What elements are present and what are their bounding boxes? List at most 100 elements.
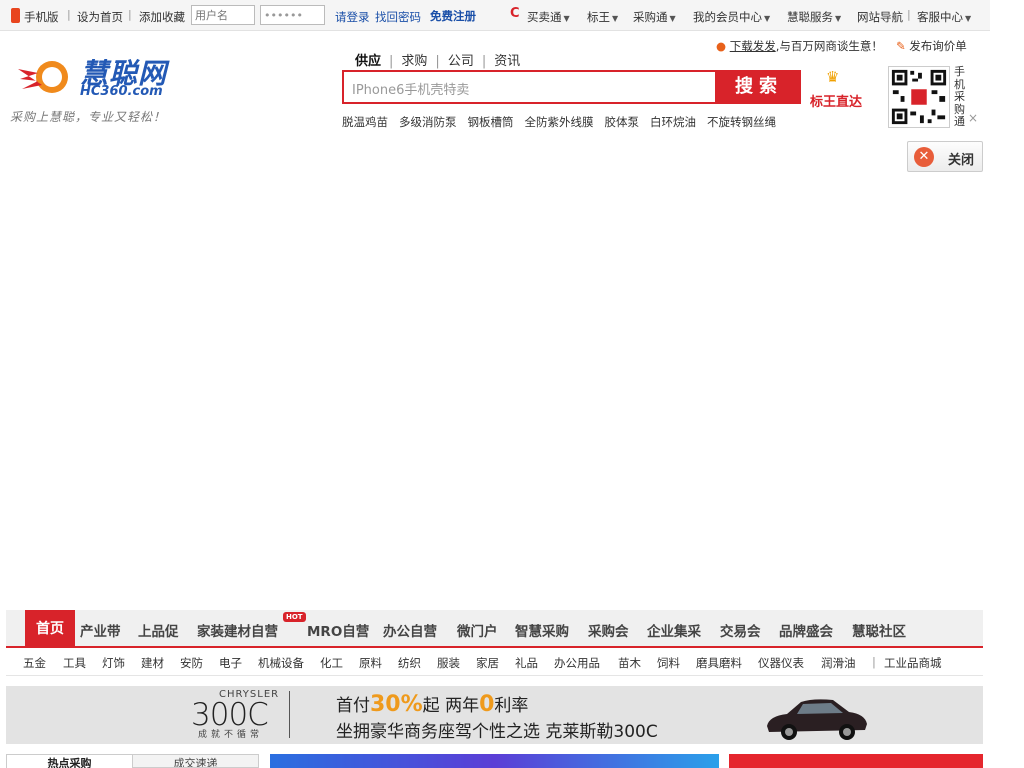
hot-word-link[interactable]: 脱温鸡苗 [342, 115, 388, 129]
divider: | [907, 8, 911, 21]
biaowang-link[interactable]: 标王直达 [810, 91, 862, 110]
nav-smart-purchase[interactable]: 智慧采购 [515, 620, 569, 640]
hot-word-link[interactable]: 胶体泵 [605, 115, 640, 129]
menu-caigoutong[interactable]: 采购通 ▼ [633, 9, 676, 25]
search-tabs: 供应 | 求购 | 公司 | 资讯 [355, 50, 528, 69]
category-link[interactable]: 家居 [476, 655, 499, 671]
hc360-logo-icon[interactable] [16, 55, 76, 99]
register-link[interactable]: 免费注册 [430, 8, 476, 24]
highlight-number: 0 [479, 692, 495, 717]
promo-text: ,与百万网商谈生意！ [775, 39, 883, 53]
find-password-link[interactable]: 找回密码 [375, 9, 421, 25]
car-image [767, 699, 867, 740]
logo-domain[interactable]: HC360.com [80, 84, 163, 99]
tab-purchase[interactable]: 求购 [401, 54, 427, 69]
category-link[interactable]: 化工 [320, 655, 343, 671]
chevron-down-icon: ▼ [764, 14, 771, 23]
category-link[interactable]: 服装 [437, 655, 460, 671]
add-favorite-link[interactable]: 添加收藏 [139, 9, 185, 25]
banner-subline: 坐拥豪华商务座驾个性之选 克莱斯勒300C [336, 722, 658, 742]
hot-badge: HOT [283, 612, 306, 622]
category-link[interactable]: 苗木 [618, 655, 641, 671]
maimaitong-logo-icon: C [510, 6, 520, 21]
nav-trade-fair[interactable]: 交易会 [720, 620, 761, 640]
set-homepage-link[interactable]: 设为首页 [77, 9, 123, 25]
category-link[interactable]: 礼品 [515, 655, 538, 671]
chrysler-ad-banner[interactable]: CHRYSLER 300C 成就不循常 首付30%起 两年0利率 坐拥豪华商务座… [6, 686, 983, 744]
hot-word-link[interactable]: 钢板槽筒 [468, 115, 514, 129]
menu-label: 买卖通 [527, 10, 562, 24]
category-link[interactable]: 电子 [219, 655, 242, 671]
divider [289, 691, 290, 738]
hot-word-link[interactable]: 多级消防泵 [399, 115, 457, 129]
menu-hc-services[interactable]: 慧聪服务 ▼ [787, 9, 841, 25]
tab-news[interactable]: 资讯 [494, 54, 520, 69]
nav-purchase-fair[interactable]: 采购会 [588, 620, 629, 640]
password-input[interactable] [260, 5, 325, 25]
category-link[interactable]: 仪器仪表 [758, 655, 804, 671]
hot-word-link[interactable]: 不旋转钢丝绳 [707, 115, 776, 129]
login-link[interactable]: 请登录 [335, 9, 370, 25]
nav-micro-portal[interactable]: 微门户 [457, 620, 498, 640]
nav-enterprise-purchase[interactable]: 企业集采 [647, 620, 701, 640]
nav-community[interactable]: 慧聪社区 [852, 620, 906, 640]
category-link[interactable]: 五金 [23, 655, 46, 671]
category-link[interactable]: 饲料 [657, 655, 680, 671]
industry-mall-link[interactable]: 工业品商城 [884, 655, 942, 671]
category-link[interactable]: 工具 [63, 655, 86, 671]
search-input[interactable]: IPhone6手机壳特卖 [342, 70, 717, 104]
site-nav-link[interactable]: 网站导航 [857, 9, 903, 25]
tab-hot-purchase[interactable]: 热点采购 [6, 754, 133, 768]
tab-supply[interactable]: 供应 [355, 54, 381, 69]
menu-label: 标王 [587, 10, 610, 24]
menu-label: 我的会员中心 [693, 10, 762, 24]
download-fafa-link[interactable]: 下载发发 [730, 39, 776, 53]
divider: | [872, 655, 876, 669]
nav-home[interactable]: 首页 [25, 610, 75, 648]
promo-banner-red[interactable] [729, 754, 983, 768]
publish-label: 发布询价单 [909, 39, 967, 53]
brand-tagline: 成就不循常 [198, 730, 264, 740]
text: 首付 [336, 696, 370, 716]
divider: | [128, 8, 132, 21]
customer-service-menu[interactable]: 客服中心 ▼ [917, 9, 971, 25]
category-link[interactable]: 纺织 [398, 655, 421, 671]
nav-home-building[interactable]: 家装建材自营 [197, 620, 278, 640]
hot-word-link[interactable]: 白环烷油 [650, 115, 696, 129]
chevron-down-icon: ▼ [612, 14, 619, 23]
tab-deal-express[interactable]: 成交速递 [133, 754, 259, 768]
menu-member-center[interactable]: 我的会员中心 ▼ [693, 9, 770, 25]
nav-office[interactable]: 办公自营 [383, 620, 437, 640]
category-nav: 五金 工具 灯饰 建材 安防 电子 机械设备 化工 原料 纺织 服装 家居 礼品… [6, 648, 983, 676]
nav-mro[interactable]: MRO自营 [307, 620, 369, 640]
publish-inquiry-link[interactable]: ✎ 发布询价单 [896, 38, 967, 54]
nav-brand-event[interactable]: 品牌盛会 [779, 620, 833, 640]
search-button[interactable]: 搜索 [717, 70, 801, 104]
menu-biaowang[interactable]: 标王 ▼ [587, 9, 618, 25]
nav-industry-belt[interactable]: 产业带 [80, 620, 121, 640]
username-input[interactable] [191, 5, 255, 25]
category-link[interactable]: 润滑油 [821, 655, 856, 671]
hot-search-words: 脱温鸡苗 多级消防泵 钢板槽筒 全防紫外线膜 胶体泵 白环烷油 不旋转钢丝绳 [342, 114, 787, 130]
promo-banner-blue[interactable] [270, 754, 719, 768]
close-icon[interactable]: × [968, 111, 978, 125]
category-link[interactable]: 安防 [180, 655, 203, 671]
text: 起 两年 [422, 696, 480, 716]
category-link[interactable]: 灯饰 [102, 655, 125, 671]
category-link[interactable]: 原料 [359, 655, 382, 671]
menu-maimaitong[interactable]: 买卖通 ▼ [527, 9, 570, 25]
close-button[interactable]: ✕ 关闭 [907, 141, 983, 172]
tab-company[interactable]: 公司 [448, 54, 474, 69]
category-link[interactable]: 建材 [141, 655, 164, 671]
qr-code-icon [888, 66, 950, 128]
nav-shangpincu[interactable]: 上品促 [138, 620, 179, 640]
divider: | [389, 54, 394, 69]
mobile-version-link[interactable]: 手机版 [24, 9, 59, 25]
category-link[interactable]: 磨具磨料 [696, 655, 742, 671]
mobile-phone-icon[interactable] [11, 8, 20, 23]
text: 利率 [494, 696, 529, 716]
category-link[interactable]: 机械设备 [258, 655, 304, 671]
chevron-down-icon: ▼ [965, 14, 972, 23]
category-link[interactable]: 办公用品 [554, 655, 600, 671]
hot-word-link[interactable]: 全防紫外线膜 [525, 115, 594, 129]
